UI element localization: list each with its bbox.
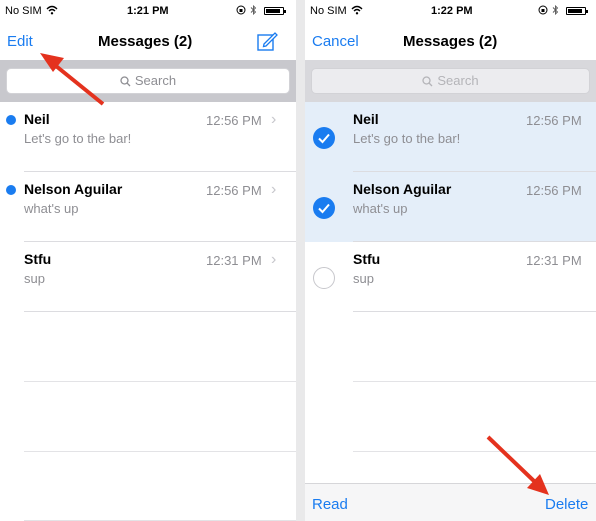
search-icon [120, 76, 131, 87]
bluetooth-icon [552, 4, 559, 18]
navigation-bar: Edit Messages (2) [0, 22, 296, 60]
row-divider [24, 311, 296, 312]
rotation-lock-icon [538, 5, 548, 18]
message-time: 12:56 PM [526, 183, 582, 198]
conversation-row[interactable]: Nelson Aguilar what's up 12:56 PM › [0, 172, 296, 242]
delete-button[interactable]: Delete [545, 496, 588, 513]
contact-name: Stfu [24, 251, 52, 267]
unread-indicator [6, 185, 16, 195]
messages-list-panel: No SIM 1:21 PM Edit Messages (2) Search … [0, 0, 296, 521]
messages-edit-panel: No SIM 1:22 PM Cancel Messages (2) Searc… [305, 0, 596, 521]
panel-divider [296, 0, 305, 521]
selection-checkbox[interactable] [313, 127, 335, 149]
page-title: Messages (2) [403, 33, 498, 50]
page-title: Messages (2) [98, 33, 193, 50]
read-button[interactable]: Read [312, 496, 348, 513]
contact-name: Nelson Aguilar [353, 181, 452, 197]
message-time: 12:56 PM [206, 113, 262, 128]
search-bar: Search [0, 60, 296, 102]
contact-name: Stfu [353, 251, 381, 267]
compose-icon[interactable] [256, 30, 278, 52]
battery-icon [566, 7, 588, 15]
conversation-row[interactable]: Stfu sup 12:31 PM › [0, 242, 296, 312]
message-time: 12:56 PM [206, 183, 262, 198]
selection-checkbox[interactable] [313, 197, 335, 219]
carrier-label: No SIM [310, 5, 347, 17]
bluetooth-icon [250, 4, 257, 18]
search-input: Search [311, 68, 590, 94]
conversation-row[interactable]: Nelson Aguilar what's up 12:56 PM [305, 172, 596, 242]
search-icon [422, 76, 433, 87]
checkmark-icon [318, 203, 330, 214]
battery-icon [264, 7, 286, 15]
message-preview: Let's go to the bar! [24, 131, 132, 146]
empty-row-divider [353, 381, 596, 382]
search-placeholder: Search [437, 73, 479, 88]
empty-row-divider [24, 451, 296, 452]
wifi-icon [351, 5, 363, 18]
search-input[interactable]: Search [6, 68, 290, 94]
navigation-bar: Cancel Messages (2) [305, 22, 596, 60]
chevron-right-icon: › [271, 111, 277, 128]
contact-name: Neil [353, 111, 379, 127]
checkmark-icon [318, 133, 330, 144]
status-time: 1:21 PM [127, 5, 169, 17]
conversation-row[interactable]: Neil Let's go to the bar! 12:56 PM [305, 102, 596, 172]
status-bar: No SIM 1:21 PM [0, 0, 296, 22]
cancel-button[interactable]: Cancel [312, 33, 359, 50]
message-time: 12:56 PM [526, 113, 582, 128]
wifi-icon [46, 5, 58, 18]
conversation-row[interactable]: Neil Let's go to the bar! 12:56 PM › [0, 102, 296, 172]
edit-button[interactable]: Edit [7, 33, 33, 50]
status-bar: No SIM 1:22 PM [305, 0, 596, 22]
edit-toolbar: Read Delete [305, 483, 596, 521]
message-preview: sup [353, 271, 374, 286]
empty-row-divider [353, 451, 596, 452]
empty-row-divider [24, 381, 296, 382]
conversation-row[interactable]: Stfu sup 12:31 PM [305, 242, 596, 312]
contact-name: Nelson Aguilar [24, 181, 123, 197]
search-placeholder: Search [134, 73, 177, 88]
message-preview: what's up [24, 201, 79, 216]
row-divider [353, 311, 596, 312]
unread-indicator [6, 115, 16, 125]
message-time: 12:31 PM [206, 253, 262, 268]
status-time: 1:22 PM [431, 5, 473, 17]
chevron-right-icon: › [271, 181, 277, 198]
rotation-lock-icon [236, 5, 246, 18]
message-time: 12:31 PM [526, 253, 582, 268]
selection-checkbox[interactable] [313, 267, 335, 289]
search-bar: Search [305, 60, 596, 102]
carrier-label: No SIM [5, 5, 42, 17]
chevron-right-icon: › [271, 251, 277, 268]
message-preview: sup [24, 271, 45, 286]
message-preview: Let's go to the bar! [353, 131, 461, 146]
message-preview: what's up [353, 201, 408, 216]
contact-name: Neil [24, 111, 50, 127]
